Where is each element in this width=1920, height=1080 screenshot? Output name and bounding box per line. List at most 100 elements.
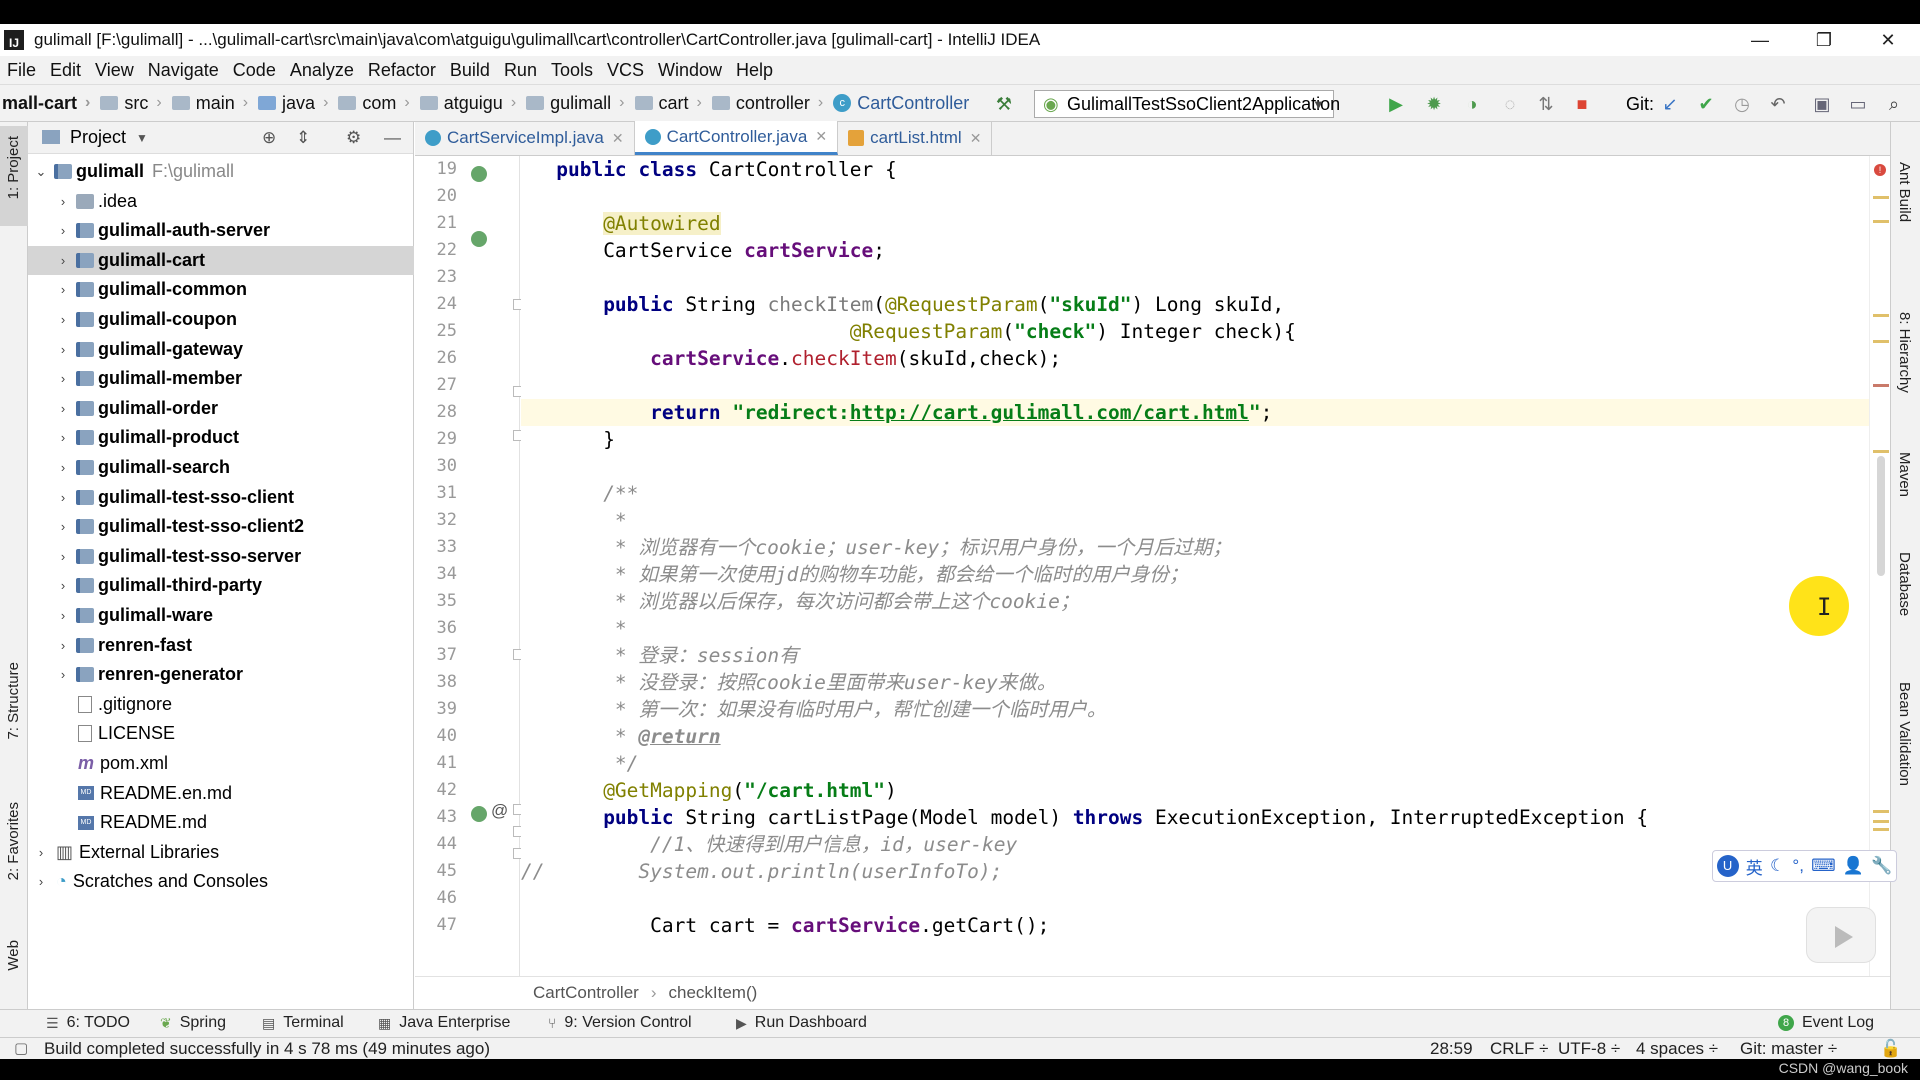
- tree-external-libraries[interactable]: › ▥ External Libraries: [28, 838, 414, 867]
- close-tab-icon[interactable]: ✕: [612, 130, 624, 147]
- update-app-icon[interactable]: ⇅: [1536, 94, 1556, 114]
- web-tool-tab[interactable]: Web: [5, 940, 22, 971]
- line-number[interactable]: 28: [415, 399, 457, 426]
- ime-user-icon[interactable]: 👤: [1843, 856, 1864, 876]
- menu-code[interactable]: Code: [226, 60, 283, 81]
- run-icon[interactable]: ▶: [1386, 94, 1406, 114]
- line-number[interactable]: 36: [415, 615, 457, 642]
- close-tab-icon[interactable]: ✕: [970, 130, 982, 147]
- line-number[interactable]: 19: [415, 156, 457, 183]
- warning-marker[interactable]: [1873, 450, 1889, 453]
- project-view-selector[interactable]: Project: [70, 127, 126, 148]
- tree-module[interactable]: › gulimall-gateway: [28, 335, 414, 364]
- tree-module[interactable]: › gulimall-product: [28, 423, 414, 452]
- stop-icon[interactable]: ■: [1572, 94, 1592, 114]
- ime-toolbar[interactable]: U 英 ☾ °, ⌨ 👤 🔧: [1712, 850, 1897, 882]
- minimize-button[interactable]: —: [1728, 24, 1792, 56]
- video-play-button[interactable]: [1806, 907, 1876, 963]
- line-separator-selector[interactable]: CRLF ÷: [1490, 1039, 1548, 1059]
- tree-module[interactable]: › renren-fast: [28, 631, 414, 660]
- breadcrumb-class[interactable]: CartController: [533, 983, 639, 1003]
- build-hammer-icon[interactable]: ⚒: [994, 94, 1014, 114]
- chevron-right-icon[interactable]: ›: [56, 460, 70, 475]
- chevron-right-icon[interactable]: ›: [56, 312, 70, 327]
- spring-bean-icon[interactable]: [471, 231, 487, 247]
- maven-tool-tab[interactable]: Maven: [1896, 452, 1913, 497]
- line-number[interactable]: 29: [415, 426, 457, 453]
- warning-marker[interactable]: [1873, 196, 1889, 199]
- line-number[interactable]: 34: [415, 561, 457, 588]
- indent-selector[interactable]: 4 spaces ÷: [1636, 1039, 1718, 1059]
- terminal-tool-button[interactable]: ▤ Terminal: [262, 1014, 344, 1032]
- ime-logo-icon[interactable]: U: [1716, 855, 1739, 877]
- tree-module[interactable]: › renren-generator: [28, 660, 414, 689]
- line-number[interactable]: 43: [415, 804, 457, 831]
- at-mapping-icon[interactable]: @: [491, 801, 508, 821]
- chevron-right-icon[interactable]: ›: [56, 608, 70, 623]
- search-icon[interactable]: ⌕: [1884, 94, 1904, 114]
- chevron-down-icon[interactable]: ⌄: [34, 164, 48, 180]
- chevron-right-icon[interactable]: ›: [56, 401, 70, 416]
- chevron-right-icon[interactable]: ›: [56, 578, 70, 593]
- chevron-right-icon[interactable]: ›: [34, 845, 48, 860]
- tree-module[interactable]: › gulimall-order: [28, 394, 414, 423]
- nav-crumb-controller[interactable]: controller ›: [711, 93, 833, 114]
- line-number[interactable]: 23: [415, 264, 457, 291]
- event-log-tool-button[interactable]: 8 Event Log: [1778, 1014, 1874, 1032]
- tree-module[interactable]: › gulimall-cart: [28, 245, 414, 275]
- breadcrumb-method[interactable]: checkItem(): [668, 983, 757, 1003]
- warning-marker[interactable]: [1873, 314, 1889, 317]
- hide-icon[interactable]: —: [384, 128, 401, 148]
- coverage-icon[interactable]: ◑: [1462, 94, 1482, 114]
- spring-bean-icon[interactable]: [471, 166, 487, 182]
- locate-icon[interactable]: ⊕: [262, 128, 276, 148]
- todo-tool-button[interactable]: ☰ 6: TODO: [46, 1014, 130, 1032]
- warning-marker[interactable]: [1873, 820, 1889, 823]
- line-number[interactable]: 47: [415, 912, 457, 939]
- menu-navigate[interactable]: Navigate: [141, 60, 226, 81]
- close-tab-icon[interactable]: ✕: [815, 128, 827, 145]
- line-number[interactable]: 44: [415, 831, 457, 858]
- line-number[interactable]: 32: [415, 507, 457, 534]
- nav-crumb-src[interactable]: src ›: [100, 93, 171, 114]
- chevron-right-icon[interactable]: ›: [56, 490, 70, 505]
- spring-bean-icon[interactable]: [471, 806, 487, 822]
- tab-cartlist-html[interactable]: cartList.html ✕: [838, 121, 993, 155]
- java-enterprise-tool-button[interactable]: ▦ Java Enterprise: [378, 1014, 510, 1032]
- chevron-right-icon[interactable]: ›: [56, 223, 70, 238]
- hierarchy-tool-tab[interactable]: 8: Hierarchy: [1896, 312, 1913, 393]
- tree-module[interactable]: › gulimall-test-sso-server: [28, 542, 414, 571]
- ime-keyboard-icon[interactable]: ⌨: [1811, 856, 1836, 876]
- menu-edit[interactable]: Edit: [43, 60, 88, 81]
- tree-file[interactable]: .gitignore: [28, 690, 414, 719]
- tree-module[interactable]: › gulimall-coupon: [28, 305, 414, 334]
- git-branch-selector[interactable]: Git: master ÷: [1740, 1039, 1837, 1059]
- nav-crumb-main[interactable]: main ›: [171, 93, 258, 114]
- menu-run[interactable]: Run: [497, 60, 544, 81]
- line-number[interactable]: 27: [415, 372, 457, 399]
- tree-file[interactable]: MD README.md: [28, 808, 414, 837]
- tree-module[interactable]: › gulimall-test-sso-client: [28, 483, 414, 512]
- warning-marker[interactable]: [1873, 340, 1889, 343]
- tree-module[interactable]: › gulimall-search: [28, 453, 414, 482]
- menu-refactor[interactable]: Refactor: [361, 60, 443, 81]
- nav-crumb-cart[interactable]: cart ›: [634, 93, 712, 114]
- presentation-icon[interactable]: ▭: [1848, 94, 1868, 114]
- encoding-selector[interactable]: UTF-8 ÷: [1558, 1039, 1620, 1059]
- status-message[interactable]: Build completed successfully in 4 s 78 m…: [44, 1039, 490, 1059]
- nav-crumb-gulimall[interactable]: gulimall ›: [526, 93, 634, 114]
- chevron-right-icon[interactable]: ›: [56, 342, 70, 357]
- line-number[interactable]: 26: [415, 345, 457, 372]
- chevron-right-icon[interactable]: ›: [56, 253, 70, 268]
- chevron-right-icon[interactable]: ›: [56, 667, 70, 682]
- tree-root-gulimall[interactable]: ⌄ gulimall F:\gulimall: [28, 157, 414, 186]
- tree-scratches[interactable]: › ◔ Scratches and Consoles: [28, 867, 414, 896]
- code-editor[interactable]: public class CartController { @Autowired…: [521, 156, 1869, 976]
- line-number[interactable]: 21: [415, 210, 457, 237]
- line-number[interactable]: 46: [415, 885, 457, 912]
- revert-icon[interactable]: ↶: [1768, 94, 1788, 114]
- status-layout-icon[interactable]: ▢: [14, 1039, 28, 1057]
- close-button[interactable]: ✕: [1856, 24, 1920, 56]
- tree-file[interactable]: MD README.en.md: [28, 779, 414, 808]
- spring-tool-button[interactable]: ❦ Spring: [160, 1014, 226, 1032]
